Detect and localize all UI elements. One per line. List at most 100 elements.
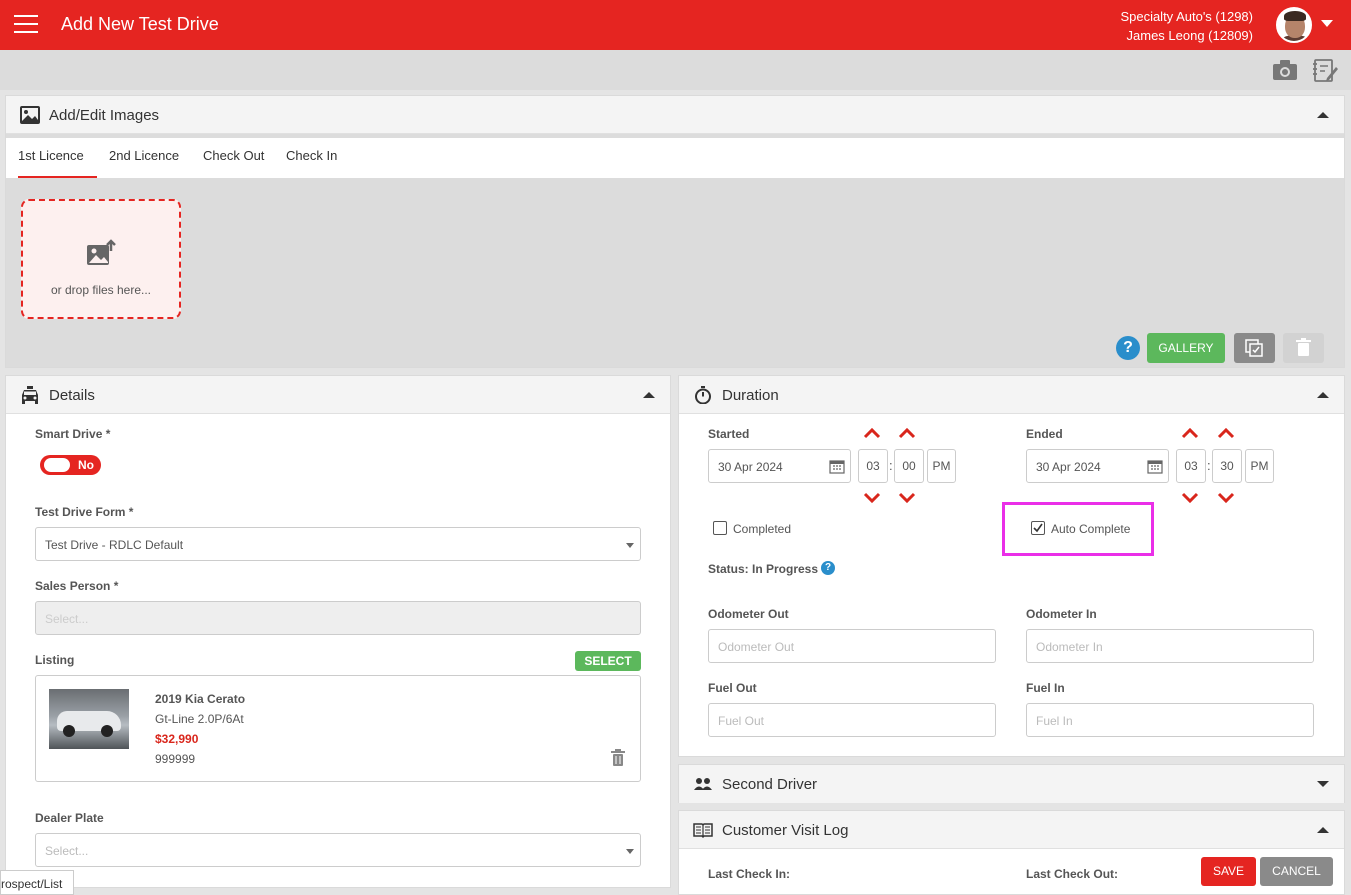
- time-separator: :: [889, 458, 893, 473]
- delete-images-button[interactable]: [1283, 333, 1324, 363]
- listing-stock-number: 999999: [155, 752, 196, 766]
- toolbar: [0, 50, 1351, 90]
- user-menu-caret-icon[interactable]: [1321, 20, 1333, 27]
- ended-date-value: 30 Apr 2024: [1036, 460, 1101, 474]
- help-icon[interactable]: ?: [1116, 336, 1140, 360]
- tab-1st-licence[interactable]: 1st Licence: [18, 148, 97, 178]
- page-title: Add New Test Drive: [61, 14, 219, 34]
- second-driver-panel[interactable]: Second Driver: [678, 764, 1345, 803]
- listing-title: 2019 Kia Cerato: [155, 692, 246, 706]
- fuel-out-input[interactable]: Fuel Out: [708, 703, 996, 737]
- highlight-box: [1002, 502, 1154, 556]
- started-date-input[interactable]: 30 Apr 2024: [708, 449, 851, 483]
- second-driver-title: Second Driver: [722, 776, 818, 793]
- ended-minute-up-icon[interactable]: [1217, 427, 1235, 439]
- smart-drive-label: Smart Drive *: [35, 427, 111, 441]
- ended-ampm-toggle[interactable]: PM: [1245, 449, 1274, 483]
- listing-card: 2019 Kia Cerato Gt-Line 2.0P/6At $32,990…: [35, 675, 641, 782]
- duration-panel-header[interactable]: Duration: [679, 376, 1344, 414]
- trash-icon: [1296, 338, 1311, 356]
- camera-icon[interactable]: [1271, 56, 1299, 84]
- dealer-plate-placeholder: Select...: [45, 844, 89, 858]
- odometer-in-input[interactable]: Odometer In: [1026, 629, 1314, 663]
- ended-date-input[interactable]: 30 Apr 2024: [1026, 449, 1169, 483]
- completed-checkbox[interactable]: [713, 521, 727, 535]
- users-icon: [694, 778, 712, 790]
- tab-check-in[interactable]: Check In: [286, 148, 337, 178]
- avatar[interactable]: [1276, 7, 1312, 43]
- started-minute-down-icon[interactable]: [898, 492, 916, 504]
- last-check-out-label: Last Check Out:: [1026, 867, 1119, 881]
- calendar-icon[interactable]: [1147, 458, 1163, 474]
- listing-price: $32,990: [155, 732, 199, 746]
- user-name: James Leong (12809): [1126, 28, 1253, 43]
- ended-minute-input[interactable]: 30: [1212, 449, 1242, 483]
- images-panel-header[interactable]: Add/Edit Images: [6, 96, 1344, 134]
- ended-label: Ended: [1026, 427, 1063, 441]
- test-drive-form-label: Test Drive Form *: [35, 505, 134, 519]
- remove-listing-trash-icon[interactable]: [610, 749, 626, 767]
- sales-person-select[interactable]: Select...: [35, 601, 641, 635]
- collapse-caret-icon[interactable]: [1317, 112, 1329, 118]
- notes-edit-icon[interactable]: [1311, 56, 1339, 84]
- file-dropzone[interactable]: or drop files here...: [21, 199, 181, 319]
- odometer-out-input[interactable]: Odometer Out: [708, 629, 996, 663]
- started-hour-input[interactable]: 03: [858, 449, 888, 483]
- gallery-button[interactable]: GALLERY: [1147, 333, 1225, 363]
- image-tabs: 1st Licence 2nd Licence Check Out Check …: [6, 138, 1344, 178]
- user-info[interactable]: Specialty Auto's (1298) James Leong (128…: [1120, 7, 1253, 45]
- status-help-icon[interactable]: ?: [821, 561, 835, 575]
- calendar-icon[interactable]: [829, 458, 845, 474]
- chevron-down-icon: [626, 543, 634, 548]
- sales-person-label: Sales Person *: [35, 579, 119, 593]
- details-panel-title: Details: [49, 387, 95, 404]
- image-icon: [20, 106, 40, 124]
- ended-hour-up-icon[interactable]: [1181, 427, 1199, 439]
- collapse-caret-icon[interactable]: [1317, 392, 1329, 398]
- started-minute-input[interactable]: 00: [894, 449, 924, 483]
- test-drive-form-value: Test Drive - RDLC Default: [45, 538, 184, 552]
- started-date-value: 30 Apr 2024: [718, 460, 783, 474]
- visit-log-header[interactable]: Customer Visit Log: [679, 811, 1344, 849]
- duration-panel-title: Duration: [722, 387, 779, 404]
- dropzone-text: or drop files here...: [50, 283, 152, 297]
- hamburger-menu-icon[interactable]: [14, 15, 38, 35]
- smart-drive-toggle[interactable]: No: [40, 455, 101, 475]
- tab-2nd-licence[interactable]: 2nd Licence: [109, 148, 179, 178]
- select-all-button[interactable]: [1234, 333, 1275, 363]
- started-ampm-toggle[interactable]: PM: [927, 449, 956, 483]
- expand-caret-icon[interactable]: [1317, 781, 1329, 787]
- visit-log-title: Customer Visit Log: [722, 822, 849, 839]
- stopwatch-icon: [695, 386, 711, 404]
- details-panel-header[interactable]: Details: [6, 376, 670, 414]
- save-button[interactable]: SAVE: [1201, 857, 1256, 886]
- tab-check-out[interactable]: Check Out: [203, 148, 264, 178]
- cancel-button[interactable]: CANCEL: [1260, 857, 1333, 886]
- dealer-plate-select[interactable]: Select...: [35, 833, 641, 867]
- ended-hour-input[interactable]: 03: [1176, 449, 1206, 483]
- collapse-caret-icon[interactable]: [1317, 827, 1329, 833]
- started-hour-down-icon[interactable]: [863, 492, 881, 504]
- odometer-in-label: Odometer In: [1026, 607, 1097, 621]
- toggle-state: No: [78, 458, 94, 472]
- listing-subtitle: Gt-Line 2.0P/6At: [155, 712, 244, 726]
- last-check-in-label: Last Check In:: [708, 867, 791, 881]
- status-text: Status: In Progress: [708, 562, 819, 576]
- chevron-down-icon: [626, 849, 634, 854]
- select-listing-button[interactable]: SELECT: [575, 651, 641, 671]
- listing-label: Listing: [35, 653, 75, 667]
- odometer-out-label: Odometer Out: [708, 607, 789, 621]
- browser-status-url: rospect/List: [0, 870, 74, 895]
- started-hour-up-icon[interactable]: [863, 427, 881, 439]
- fuel-in-input[interactable]: Fuel In: [1026, 703, 1314, 737]
- started-label: Started: [708, 427, 750, 441]
- dealer-name: Specialty Auto's (1298): [1120, 9, 1253, 24]
- collapse-caret-icon[interactable]: [643, 392, 655, 398]
- ended-minute-down-icon[interactable]: [1217, 492, 1235, 504]
- images-panel-title: Add/Edit Images: [49, 107, 160, 124]
- ended-hour-down-icon[interactable]: [1181, 492, 1199, 504]
- fuel-in-label: Fuel In: [1026, 681, 1065, 695]
- started-minute-up-icon[interactable]: [898, 427, 916, 439]
- test-drive-form-select[interactable]: Test Drive - RDLC Default: [35, 527, 641, 561]
- second-driver-header[interactable]: Second Driver: [679, 765, 1344, 803]
